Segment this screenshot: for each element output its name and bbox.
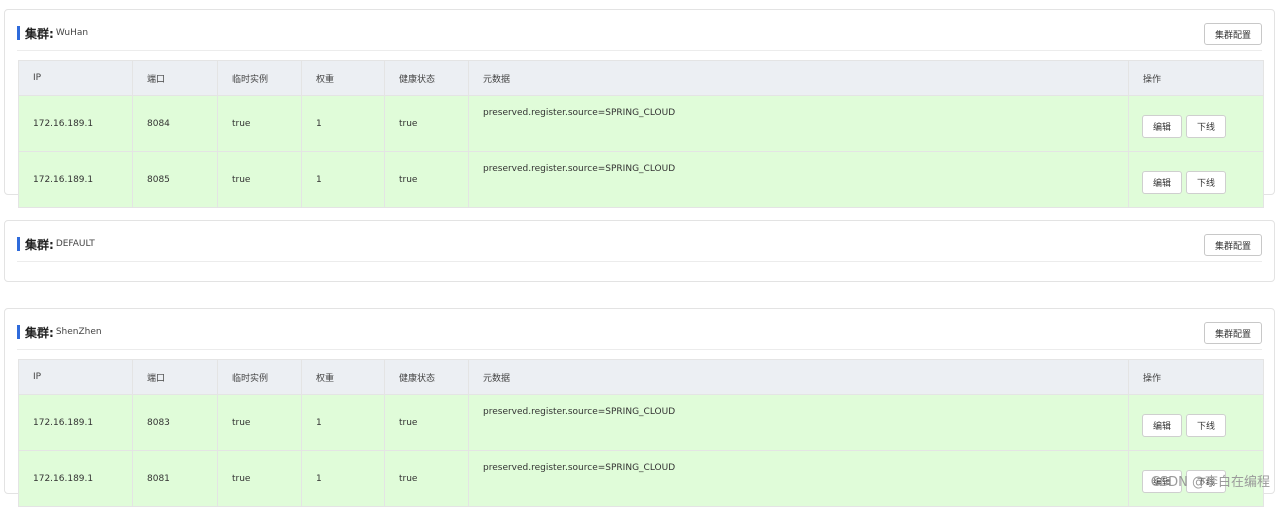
cluster-header: 集群: ShenZhen 集群配置 — [17, 309, 1262, 350]
cell-health: true — [384, 95, 469, 152]
cell-weight: 1 — [301, 450, 385, 507]
cluster-name: ShenZhen — [55, 327, 102, 337]
cell-metadata: preserved.register.source=SPRING_CLOUD — [468, 394, 1129, 451]
column-ephemeral: 临时实例 — [217, 359, 302, 395]
cell-ip: 172.16.189.1 — [18, 450, 133, 507]
offline-button[interactable]: 下线 — [1186, 414, 1227, 437]
cell-port: 8084 — [132, 95, 218, 152]
table-row: 172.16.189.1 8081 true 1 true preserved.… — [18, 450, 1264, 507]
column-ip: IP — [18, 60, 133, 96]
cell-actions: 编辑 下线 — [1128, 151, 1264, 208]
cell-metadata: preserved.register.source=SPRING_CLOUD — [468, 151, 1129, 208]
cluster-card-shenzhen: 集群: ShenZhen 集群配置 IP 端口 临时实例 权重 健康状态 元数据… — [4, 308, 1275, 507]
cluster-header: 集群: WuHan 集群配置 — [17, 10, 1262, 51]
table-header-row: IP 端口 临时实例 权重 健康状态 元数据 操作 — [18, 60, 1264, 96]
cell-ephemeral: true — [217, 151, 302, 208]
column-actions: 操作 — [1128, 60, 1264, 96]
cell-actions: 编辑 下线 — [1128, 394, 1264, 451]
edit-button[interactable]: 编辑 — [1142, 171, 1183, 194]
cell-port: 8085 — [132, 151, 218, 208]
instance-table: IP 端口 临时实例 权重 健康状态 元数据 操作 172.16.189.1 8… — [18, 359, 1264, 507]
table-row: 172.16.189.1 8083 true 1 true preserved.… — [18, 394, 1264, 451]
edit-button[interactable]: 编辑 — [1142, 414, 1183, 437]
cluster-title: 集群: ShenZhen — [17, 325, 102, 340]
cell-port: 8081 — [132, 450, 218, 507]
cell-ephemeral: true — [217, 450, 302, 507]
column-ephemeral: 临时实例 — [217, 60, 302, 96]
cluster-title: 集群: WuHan — [17, 26, 89, 41]
column-port: 端口 — [132, 359, 218, 395]
cell-ip: 172.16.189.1 — [18, 95, 133, 152]
cluster-config-button[interactable]: 集群配置 — [1203, 234, 1262, 256]
offline-button[interactable]: 下线 — [1186, 115, 1227, 138]
cell-ip: 172.16.189.1 — [18, 394, 133, 451]
edit-button[interactable]: 编辑 — [1142, 115, 1183, 138]
cluster-config-button[interactable]: 集群配置 — [1203, 322, 1262, 344]
cell-weight: 1 — [301, 151, 385, 208]
instance-table: IP 端口 临时实例 权重 健康状态 元数据 操作 172.16.189.1 8… — [18, 60, 1264, 208]
cluster-title: 集群: DEFAULT — [17, 237, 95, 252]
cell-ephemeral: true — [217, 394, 302, 451]
column-actions: 操作 — [1128, 359, 1264, 395]
column-health: 健康状态 — [384, 359, 469, 395]
cluster-title-label: 集群: — [25, 237, 54, 252]
column-weight: 权重 — [301, 60, 385, 96]
column-metadata: 元数据 — [468, 359, 1129, 395]
cell-health: true — [384, 394, 469, 451]
column-port: 端口 — [132, 60, 218, 96]
offline-button[interactable]: 下线 — [1186, 171, 1227, 194]
cell-metadata: preserved.register.source=SPRING_CLOUD — [468, 95, 1129, 152]
table-row: 172.16.189.1 8084 true 1 true preserved.… — [18, 95, 1264, 152]
cluster-name: WuHan — [55, 28, 89, 38]
column-metadata: 元数据 — [468, 60, 1129, 96]
cluster-header: 集群: DEFAULT 集群配置 — [17, 221, 1262, 262]
column-weight: 权重 — [301, 359, 385, 395]
cluster-config-button[interactable]: 集群配置 — [1203, 23, 1262, 45]
cluster-card-default: 集群: DEFAULT 集群配置 — [4, 220, 1275, 282]
cluster-title-label: 集群: — [25, 26, 54, 41]
column-ip: IP — [18, 359, 133, 395]
cell-port: 8083 — [132, 394, 218, 451]
cell-actions: 编辑 下线 — [1128, 95, 1264, 152]
cell-weight: 1 — [301, 394, 385, 451]
cell-weight: 1 — [301, 95, 385, 152]
cluster-card-wuhan: 集群: WuHan 集群配置 IP 端口 临时实例 权重 健康状态 元数据 操作… — [4, 9, 1275, 208]
cell-metadata: preserved.register.source=SPRING_CLOUD — [468, 450, 1129, 507]
table-row: 172.16.189.1 8085 true 1 true preserved.… — [18, 151, 1264, 208]
cluster-title-label: 集群: — [25, 325, 54, 340]
cell-ip: 172.16.189.1 — [18, 151, 133, 208]
watermark: CSDN @李白在编程 — [1150, 475, 1270, 490]
cell-ephemeral: true — [217, 95, 302, 152]
table-header-row: IP 端口 临时实例 权重 健康状态 元数据 操作 — [18, 359, 1264, 395]
cell-health: true — [384, 151, 469, 208]
cluster-name: DEFAULT — [55, 239, 95, 249]
cell-health: true — [384, 450, 469, 507]
column-health: 健康状态 — [384, 60, 469, 96]
